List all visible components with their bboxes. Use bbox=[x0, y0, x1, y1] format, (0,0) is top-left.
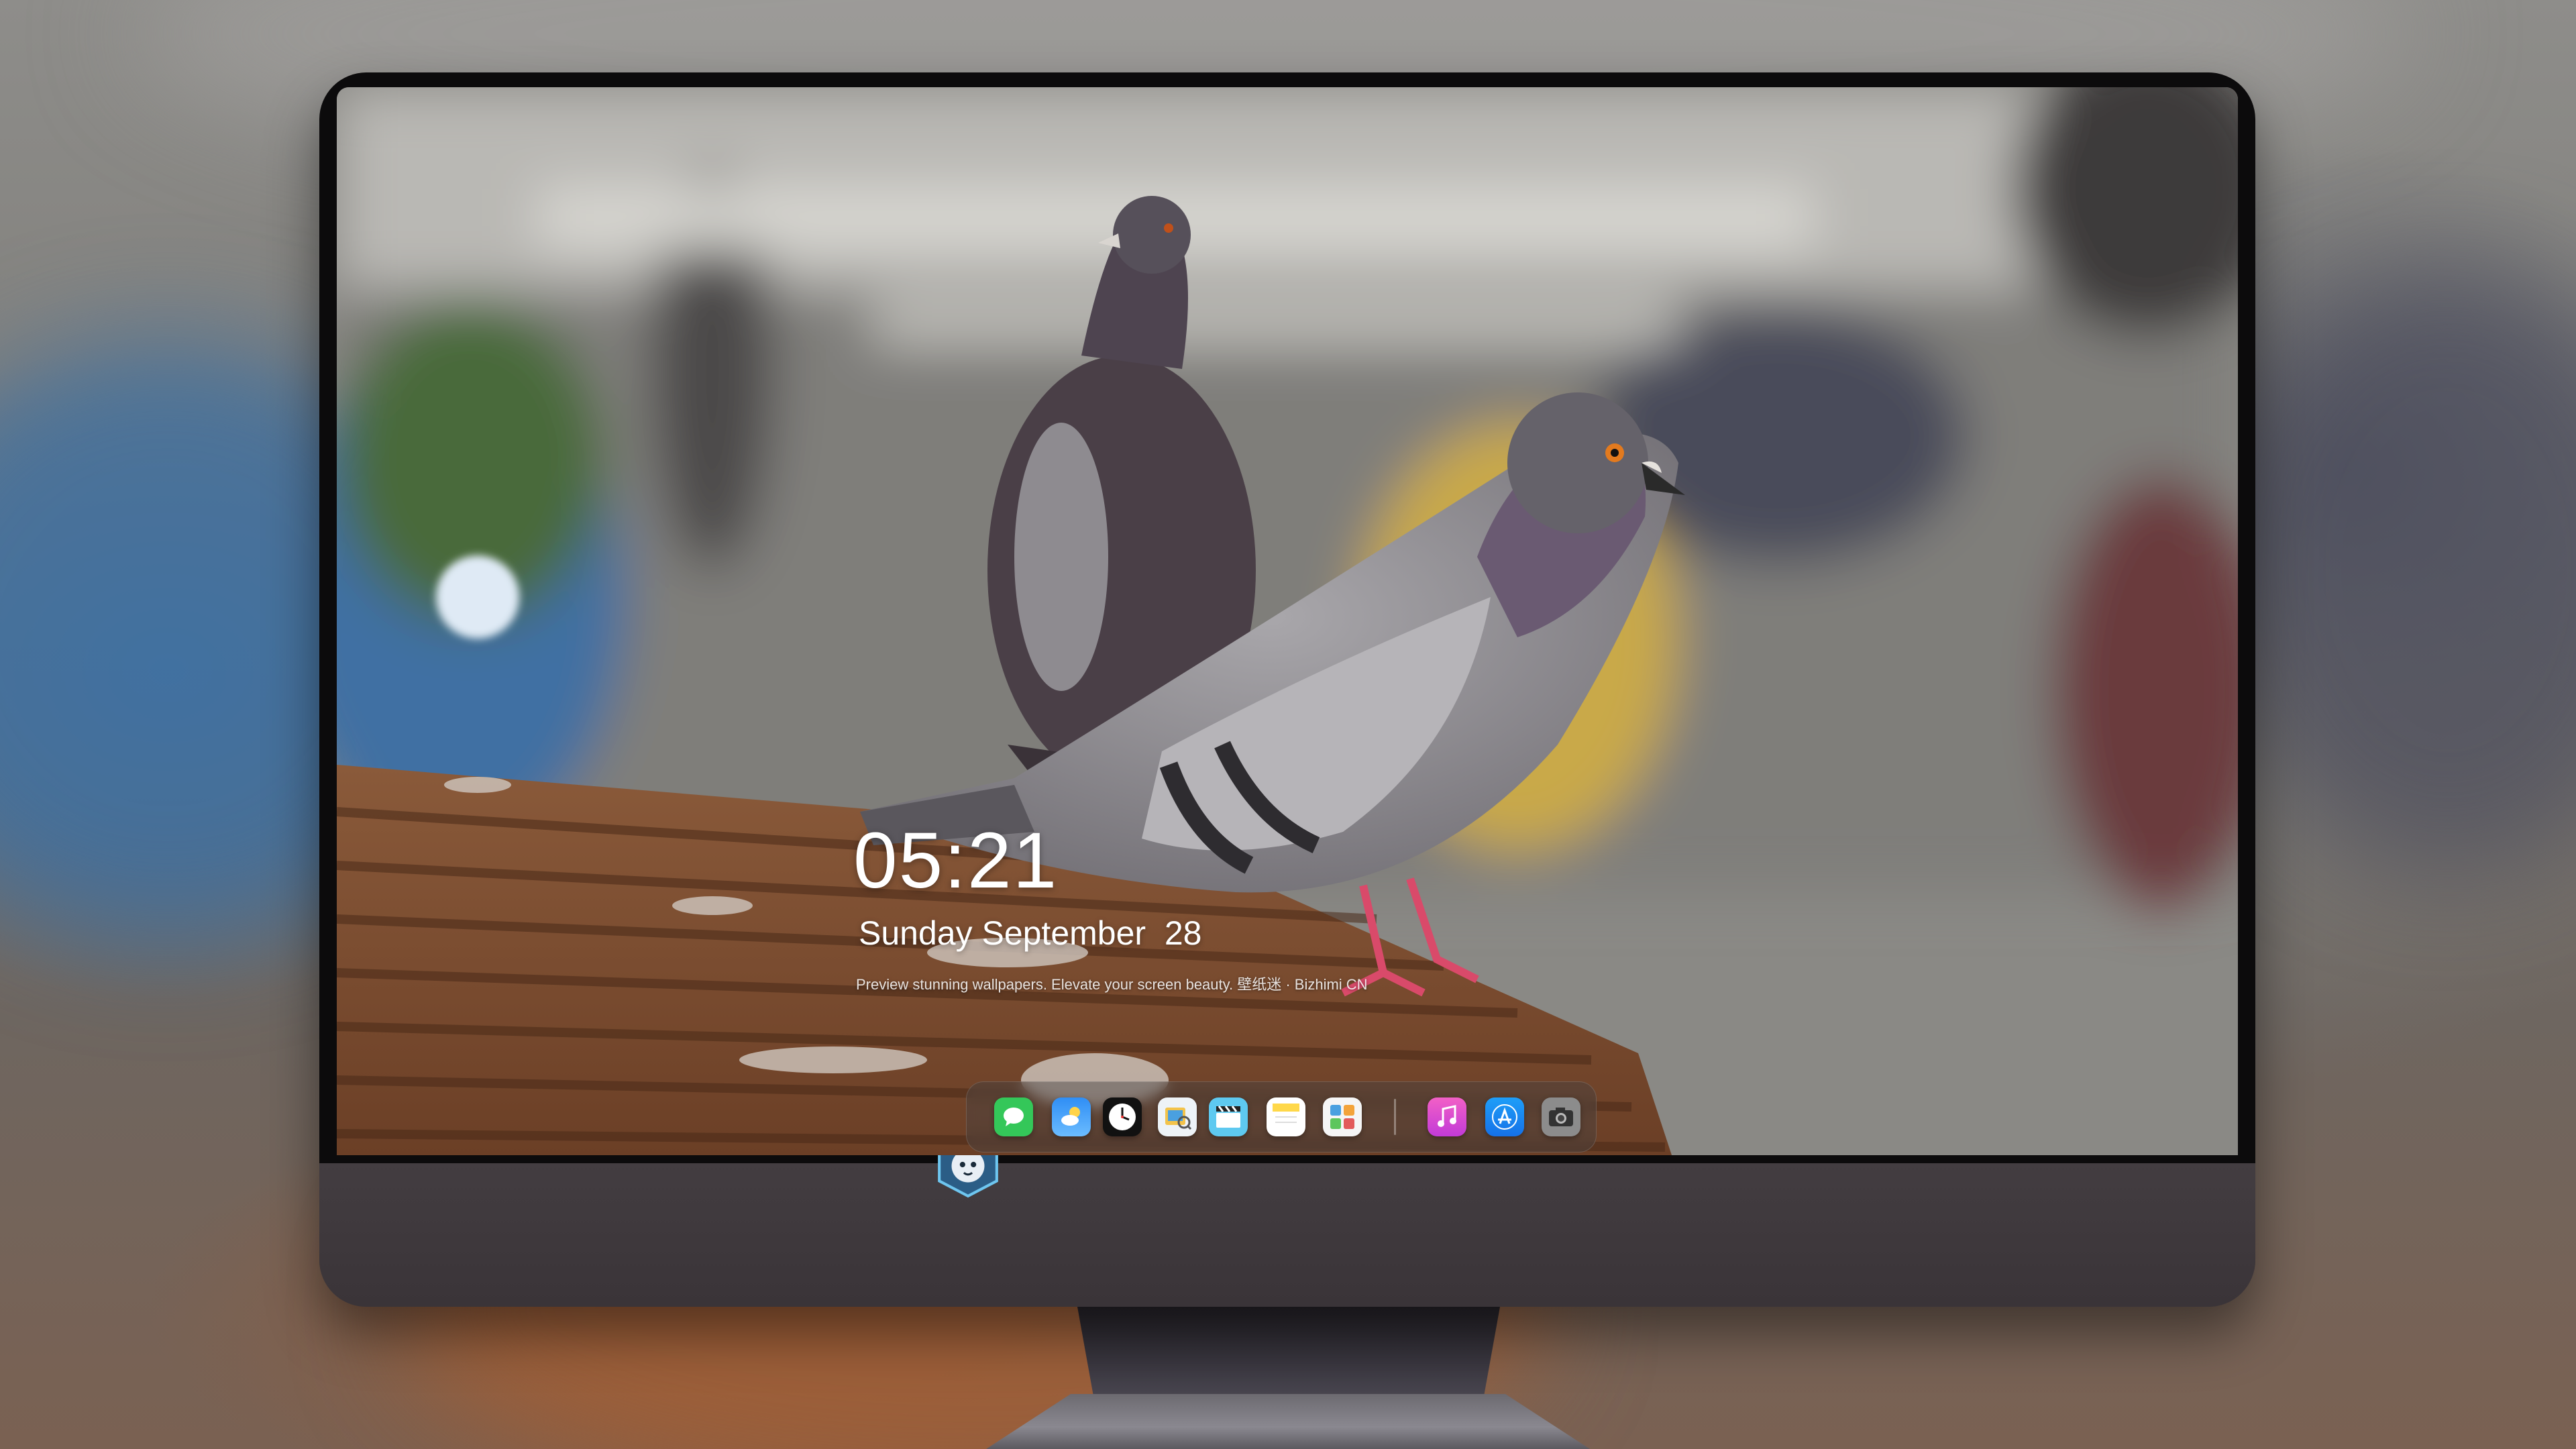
app-store-icon[interactable] bbox=[1485, 1097, 1524, 1136]
monitor-stand-base bbox=[986, 1394, 1590, 1449]
lock-screen[interactable]: 05:21 Sunday September 28 Preview stunni… bbox=[337, 87, 2238, 1155]
monitor-chin bbox=[319, 1163, 2255, 1307]
weather-icon[interactable] bbox=[1052, 1097, 1091, 1136]
monitor-stand-neck bbox=[1077, 1307, 1500, 1401]
clapperboard-icon[interactable] bbox=[1209, 1097, 1248, 1136]
wallpaper-caption: Preview stunning wallpapers. Elevate you… bbox=[856, 976, 1368, 993]
music-icon[interactable] bbox=[1428, 1097, 1466, 1136]
notes-icon[interactable] bbox=[1267, 1097, 1305, 1136]
pigeon-wallpaper bbox=[337, 87, 2238, 1155]
preview-icon[interactable] bbox=[1158, 1097, 1197, 1136]
messages-icon[interactable] bbox=[994, 1097, 1033, 1136]
camera-icon[interactable] bbox=[1542, 1097, 1580, 1136]
lock-clock: 05:21 bbox=[853, 816, 1059, 905]
lock-date: Sunday September 28 bbox=[859, 914, 1202, 952]
widget-grid-icon[interactable] bbox=[1323, 1097, 1362, 1136]
dock-separator bbox=[1394, 1099, 1396, 1135]
clock-icon[interactable] bbox=[1103, 1097, 1142, 1136]
